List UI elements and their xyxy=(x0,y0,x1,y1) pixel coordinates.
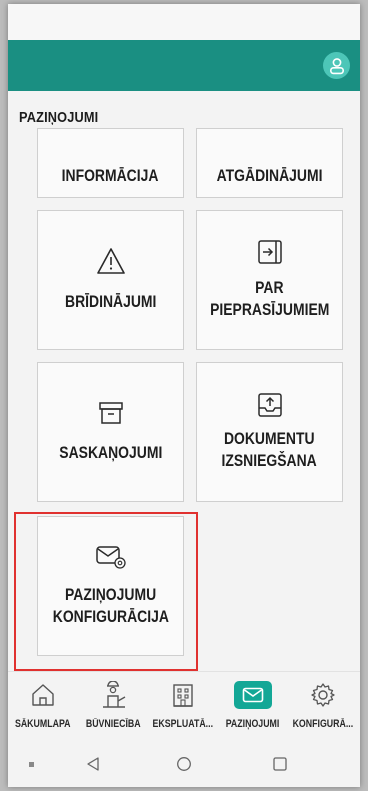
highlight-frame xyxy=(14,512,198,671)
nav-label: KONFIGURĀ... xyxy=(292,718,354,730)
tile-label-line1: DOKUMENTU xyxy=(224,429,315,448)
tile-saskanojumi[interactable]: SASKAŅOJUMI xyxy=(37,362,184,502)
recent-apps-icon[interactable] xyxy=(272,756,288,772)
nav-ekspluatacija[interactable]: EKSPLUATĀ... xyxy=(148,672,218,738)
tile-label: ATGĀDINĀJUMI xyxy=(216,166,323,185)
tile-label-line2: IZSNIEGŠANA xyxy=(221,451,318,470)
gear-icon xyxy=(311,683,335,707)
sign-in-icon xyxy=(257,240,282,264)
nav-konfiguracija[interactable]: KONFIGURĀ... xyxy=(288,672,358,738)
back-icon[interactable] xyxy=(85,756,101,772)
upload-tray-icon xyxy=(257,393,282,417)
tile-label: SASKAŅOJUMI xyxy=(58,443,163,462)
building-icon xyxy=(173,684,193,707)
phone-screen: PAZIŅOJUMI INFORMĀCIJA ATGĀDINĀJUMI BRĪD… xyxy=(8,4,360,787)
tile-par-pieprasijumiem[interactable]: PAR PIEPRASĪJUMIEM xyxy=(196,210,343,350)
tile-bridinajumi[interactable]: BRĪDINĀJUMI xyxy=(37,210,184,350)
user-profile-button[interactable] xyxy=(323,52,350,79)
construction-worker-icon xyxy=(103,681,126,708)
page-title: PAZIŅOJUMI xyxy=(19,109,99,126)
warning-icon xyxy=(96,248,125,274)
nav-label: PAZIŅOJUMI xyxy=(226,718,280,730)
tile-label: INFORMĀCIJA xyxy=(62,166,159,185)
tile-label-line2: PIEPRASĪJUMIEM xyxy=(209,300,330,319)
app-bar xyxy=(8,40,360,91)
home-icon xyxy=(32,684,54,706)
menu-square-icon[interactable] xyxy=(28,761,36,769)
status-bar xyxy=(8,4,360,40)
nav-active-indicator xyxy=(234,681,272,709)
system-navigation-bar xyxy=(8,744,360,787)
user-profile-icon xyxy=(329,57,344,74)
home-circle-icon[interactable] xyxy=(176,756,192,772)
nav-label: BŪVNIECĪBA xyxy=(85,718,141,730)
nav-label: EKSPLUATĀ... xyxy=(152,718,214,730)
tile-dokumentu-izsniegsana[interactable]: DOKUMENTU IZSNIEGŠANA xyxy=(196,362,343,502)
nav-sakumlapa[interactable]: SĀKUMLAPA xyxy=(8,672,78,738)
nav-label: SĀKUMLAPA xyxy=(15,718,71,730)
tile-atgadinajumi[interactable]: ATGĀDINĀJUMI xyxy=(196,128,343,198)
archive-box-icon xyxy=(98,402,123,424)
mail-icon xyxy=(242,687,264,703)
tile-informacija[interactable]: INFORMĀCIJA xyxy=(37,128,184,198)
tile-label-line1: PAR xyxy=(255,278,284,297)
tile-label: BRĪDINĀJUMI xyxy=(64,292,157,311)
nav-pazinojumi[interactable]: PAZIŅOJUMI xyxy=(218,672,288,738)
bottom-navigation: SĀKUMLAPA BŪVNIECĪBA EKSPLUATĀ... PAZIŅO… xyxy=(8,671,360,738)
nav-buvnieciba[interactable]: BŪVNIECĪBA xyxy=(78,672,148,738)
